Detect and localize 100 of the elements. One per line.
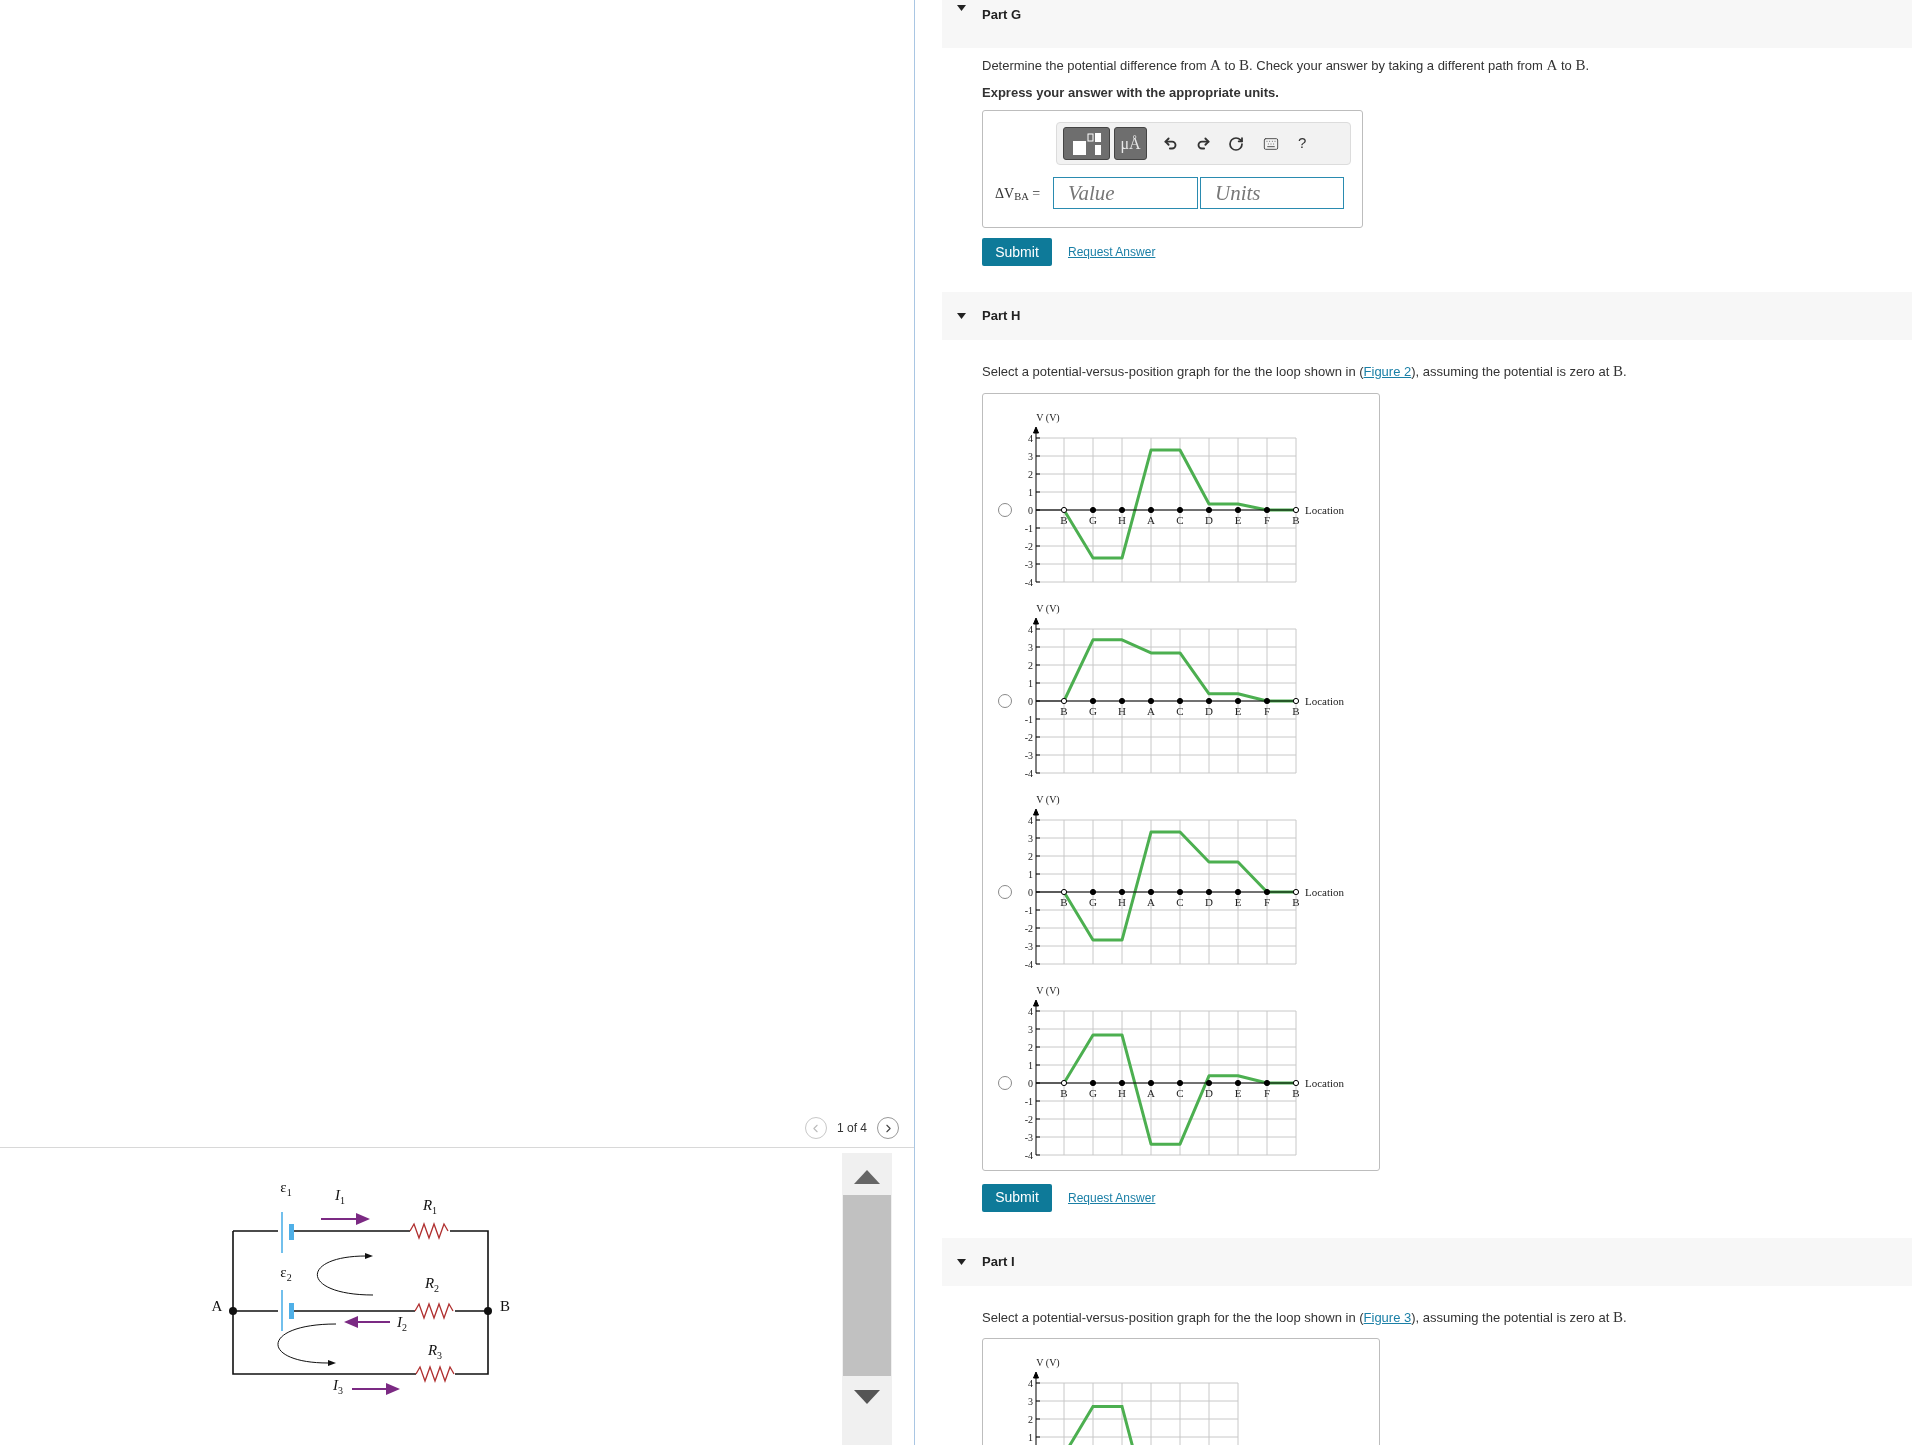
axis-tick-label: H bbox=[1118, 513, 1126, 526]
circuit-label: R$_{3}$ bbox=[427, 1342, 443, 1361]
axis-tick-label: -4 bbox=[1024, 767, 1033, 778]
axis-tick-label: H bbox=[1118, 704, 1126, 717]
circuit-label: A bbox=[211, 1298, 223, 1314]
circuit-label: B bbox=[500, 1298, 510, 1314]
axis-tick-label: -1 bbox=[1024, 904, 1033, 915]
circuit-label: R$_{1}$ bbox=[422, 1197, 438, 1216]
question-text: Determine the potential difference from A to B. Check your answer by taking a different path from A to B. bbox=[982, 56, 1591, 75]
axis-tick-label: 3 bbox=[1028, 450, 1033, 461]
axis-tick-label: 4 bbox=[1028, 1377, 1033, 1389]
axis-tick-label: D bbox=[1205, 513, 1213, 526]
axis-tick-label: C bbox=[1176, 704, 1184, 717]
axis-tick-label: B bbox=[1060, 513, 1068, 526]
question-text: Select a potential-versus-position graph for the the loop shown in (Figure 3), assuming the potential is zero at B. bbox=[982, 1307, 1628, 1327]
axis-tick-label: E bbox=[1234, 895, 1242, 908]
axis-tick-label: 2 bbox=[1028, 659, 1033, 670]
axis-tick-label: -3 bbox=[1024, 1131, 1033, 1142]
axis-tick-label: E bbox=[1234, 1086, 1242, 1099]
axis-tick-label: 2 bbox=[1028, 850, 1033, 861]
axis-tick-label: -2 bbox=[1024, 922, 1033, 933]
axis-tick-label: -1 bbox=[1024, 713, 1033, 724]
axis-tick-label: 2 bbox=[1028, 468, 1033, 479]
axis-tick-label: 3 bbox=[1028, 1395, 1033, 1407]
axis-tick-label: -2 bbox=[1024, 1113, 1033, 1124]
circuit-label: I$_{3}$ bbox=[333, 1377, 343, 1396]
axis-tick-label: E bbox=[1234, 704, 1242, 717]
axis-tick-label: -4 bbox=[1024, 576, 1033, 587]
axis-tick-label: 4 bbox=[1028, 432, 1033, 443]
axis-tick-label: B bbox=[1292, 513, 1300, 526]
axis-label: Location bbox=[1305, 885, 1345, 898]
part-title: Part I bbox=[982, 1252, 1015, 1271]
axis-label: Location bbox=[1305, 503, 1345, 516]
circuit-label: I$_{2}$ bbox=[397, 1314, 407, 1333]
axis-tick-label: A bbox=[1147, 513, 1155, 526]
axis-tick-label: B bbox=[1060, 704, 1068, 717]
axis-tick-label: -3 bbox=[1024, 558, 1033, 569]
axis-tick-label: H bbox=[1118, 895, 1126, 908]
axis-tick-label: 1 bbox=[1028, 1059, 1033, 1070]
circuit-label: ε$_{2}$ bbox=[280, 1264, 292, 1283]
circuit-label: I$_{1}$ bbox=[335, 1187, 345, 1206]
axis-tick-label: H bbox=[1118, 1086, 1126, 1099]
axis-tick-label: F bbox=[1263, 704, 1271, 717]
axis-label: V (V) bbox=[1036, 984, 1060, 996]
axis-tick-label: A bbox=[1147, 704, 1155, 717]
axis-tick-label: 4 bbox=[1028, 623, 1033, 634]
axis-tick-label: A bbox=[1147, 895, 1155, 908]
instruction-text: Express your answer with the appropriate units. bbox=[982, 83, 1280, 102]
axis-label: Location bbox=[1305, 1076, 1345, 1089]
axis-tick-label: G bbox=[1089, 895, 1097, 908]
axis-label: Location bbox=[1305, 694, 1345, 707]
axis-tick-label: -2 bbox=[1024, 540, 1033, 551]
axis-tick-label: -4 bbox=[1024, 958, 1033, 969]
axis-tick-label: -2 bbox=[1024, 731, 1033, 742]
axis-label: V (V) bbox=[1036, 602, 1060, 614]
circuit-label: R$_{2}$ bbox=[424, 1275, 440, 1294]
axis-tick-label: F bbox=[1263, 1086, 1271, 1099]
axis-tick-label: C bbox=[1176, 513, 1184, 526]
axis-tick-label: -3 bbox=[1024, 749, 1033, 760]
part-title: Part H bbox=[982, 307, 1021, 326]
circuit-label: ε$_{1}$ bbox=[280, 1179, 292, 1198]
axis-label: V (V) bbox=[1036, 411, 1060, 423]
question-text: Select a potential-versus-position graph for the the loop shown in (Figure 2), assuming the potential is zero at B. bbox=[982, 362, 1628, 381]
axis-tick-label: G bbox=[1089, 1086, 1097, 1099]
axis-tick-label: 3 bbox=[1028, 641, 1033, 652]
axis-tick-label: 1 bbox=[1028, 1431, 1033, 1443]
axis-tick-label: -4 bbox=[1024, 1149, 1033, 1160]
axis-tick-label: A bbox=[1147, 1086, 1155, 1099]
axis-tick-label: D bbox=[1205, 1086, 1213, 1099]
axis-label: V (V) bbox=[1036, 793, 1060, 805]
axis-tick-label: D bbox=[1205, 895, 1213, 908]
axis-tick-label: 3 bbox=[1028, 832, 1033, 843]
axis-tick-label: C bbox=[1176, 1086, 1184, 1099]
axis-tick-label: F bbox=[1263, 895, 1271, 908]
axis-tick-label: G bbox=[1089, 513, 1097, 526]
axis-label: V (V) bbox=[1036, 1357, 1060, 1368]
axis-tick-label: 1 bbox=[1028, 677, 1033, 688]
axis-tick-label: B bbox=[1292, 704, 1300, 717]
axis-tick-label: 2 bbox=[1028, 1041, 1033, 1052]
axis-tick-label: 0 bbox=[1028, 1077, 1033, 1088]
axis-tick-label: 0 bbox=[1028, 886, 1033, 897]
axis-tick-label: D bbox=[1205, 704, 1213, 717]
axis-tick-label: 1 bbox=[1028, 868, 1033, 879]
axis-tick-label: 4 bbox=[1028, 1005, 1033, 1016]
axis-tick-label: -3 bbox=[1024, 940, 1033, 951]
axis-tick-label: C bbox=[1176, 895, 1184, 908]
axis-tick-label: E bbox=[1234, 513, 1242, 526]
page-counter: 1 of 4 bbox=[836, 1120, 867, 1137]
part-title: Part G bbox=[982, 6, 1021, 24]
axis-tick-label: F bbox=[1263, 513, 1271, 526]
axis-tick-label: G bbox=[1089, 704, 1097, 717]
axis-tick-label: -1 bbox=[1024, 522, 1033, 533]
axis-tick-label: 3 bbox=[1028, 1023, 1033, 1034]
axis-tick-label: 4 bbox=[1028, 814, 1033, 825]
axis-tick-label: 0 bbox=[1028, 695, 1033, 706]
axis-tick-label: 1 bbox=[1028, 486, 1033, 497]
axis-tick-label: -1 bbox=[1024, 1095, 1033, 1106]
axis-tick-label: B bbox=[1292, 895, 1300, 908]
axis-tick-label: B bbox=[1060, 1086, 1068, 1099]
axis-tick-label: 2 bbox=[1028, 1413, 1033, 1425]
